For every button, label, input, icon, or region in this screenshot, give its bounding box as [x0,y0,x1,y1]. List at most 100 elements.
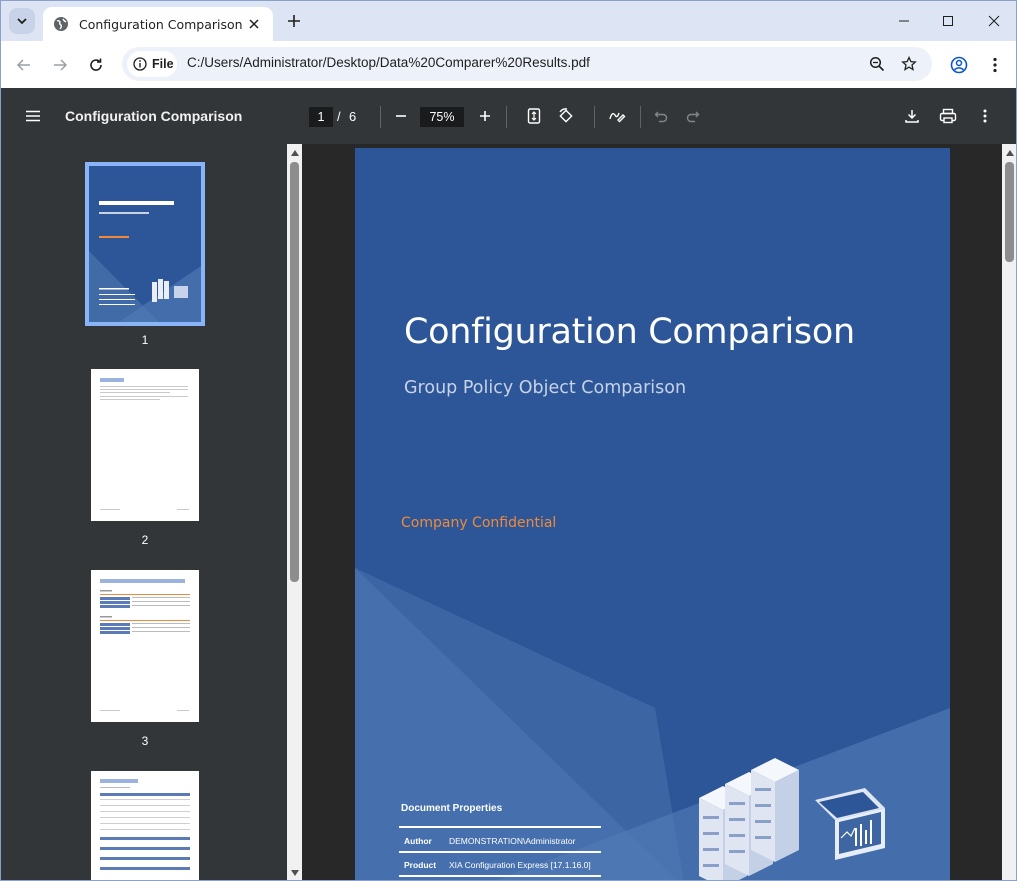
minus-icon [396,115,406,117]
thumbnail-image [91,369,199,521]
forward-button[interactable] [46,51,74,79]
tab-search-button[interactable] [9,8,35,34]
sidebar-scrollbar[interactable] [287,144,302,880]
thumbnail-page-1[interactable] [85,162,205,326]
disclaimer-thumbnail-art [100,378,189,510]
globe-icon [54,17,68,31]
property-value: XIA Configuration Express [17.1.16.0] [449,860,591,870]
url-text[interactable]: C:/Users/Administrator/Desktop/Data%20Co… [187,55,590,70]
thumbnail-number: 3 [141,734,149,748]
page-separator: / [337,109,341,124]
reload-button[interactable] [82,51,110,79]
document-viewport: Configuration Comparison Group Policy Ob… [302,144,1002,880]
site-info-chip[interactable]: File [127,51,177,77]
document-subtitle: Group Policy Object Comparison [404,378,687,398]
undo-button[interactable] [649,104,673,128]
close-icon [988,15,1000,27]
zoom-out-button[interactable] [389,104,413,128]
toolbar-divider [506,106,507,128]
sidebar-scroll-thumb[interactable] [290,162,299,582]
properties-divider [399,851,601,853]
thumbnail-page-3[interactable] [91,570,199,722]
thumbnail-list: 1 2 3 [1,144,287,880]
browser-menu-button[interactable] [981,51,1009,79]
plus-icon [288,15,300,27]
thumbnail-number: 1 [141,333,149,347]
property-value: DEMONSTRATION\Administrator [449,836,576,846]
printer-icon [939,108,957,124]
zoom-out-icon [869,56,885,72]
property-key: Author [404,836,432,846]
address-bar[interactable]: File C:/Users/Administrator/Desktop/Data… [122,47,932,81]
zoom-in-button[interactable] [473,104,497,128]
document-scroll-thumb[interactable] [1005,162,1014,262]
page-total: 6 [349,109,357,124]
account-icon [950,56,968,74]
info-icon [133,57,147,71]
pen-icon [609,112,626,123]
thumbnail-sidebar: 1 2 3 [1,144,302,880]
sidebar-toggle-button[interactable] [21,104,45,128]
close-icon [249,19,259,29]
annotate-button[interactable] [605,104,629,128]
thumbnail-image [91,771,199,880]
arrow-left-icon [16,59,30,71]
print-button[interactable] [936,104,960,128]
maximize-button[interactable] [928,7,968,35]
toolbar-divider [640,106,641,128]
confidential-label: Company Confidential [401,515,557,531]
zoom-button[interactable] [867,54,887,74]
browser-toolbar: File C:/Users/Administrator/Desktop/Data… [1,41,1016,88]
thumbnail-page-4[interactable] [91,771,199,880]
rotate-icon [559,108,573,123]
redo-button[interactable] [681,104,705,128]
property-row-author: Author DEMONSTRATION\Administrator [404,836,575,846]
cover-thumbnail-art [89,201,201,322]
thumbnail-page-2[interactable] [91,369,199,521]
tab-strip: Configuration Comparison [1,1,1016,41]
redo-icon [686,111,700,123]
thumbnail-image [91,570,199,722]
bookmark-button[interactable] [899,54,919,74]
scroll-up-arrow[interactable] [288,146,301,159]
properties-heading: Document Properties [401,803,503,814]
thumbnail-image [89,166,201,322]
undo-icon [654,111,668,123]
property-key: Product [404,860,437,870]
close-window-button[interactable] [974,7,1014,35]
minimize-icon [899,20,909,22]
thumbnail-number: 2 [141,533,149,547]
fit-page-button[interactable] [522,104,546,128]
arrow-right-icon [54,59,68,71]
zoom-input[interactable]: 75% [420,107,464,127]
star-icon [901,56,917,71]
profile-button[interactable] [945,51,973,79]
tab-title: Configuration Comparison [79,16,243,32]
reload-icon [90,58,102,71]
chevron-down-icon [17,18,27,25]
triangle-down-icon [290,869,299,876]
properties-divider [399,875,601,877]
scroll-down-arrow[interactable] [288,866,301,879]
tab-close-button[interactable] [245,15,263,33]
minimize-button[interactable] [884,7,924,35]
document-title: Configuration Comparison [404,312,855,352]
triangle-up-icon [1005,149,1014,156]
toolbar-divider [594,106,595,128]
pdf-more-button[interactable] [973,104,997,128]
download-icon [905,110,919,123]
server-illustration [699,758,885,880]
scroll-up-arrow[interactable] [1003,146,1016,159]
document-scrollbar[interactable] [1002,144,1016,880]
info-thumbnail-art [100,579,190,711]
menu-icon [26,110,40,122]
toolbar-divider [380,106,381,128]
new-tab-button[interactable] [283,10,305,32]
back-button[interactable] [10,51,38,79]
active-tab[interactable]: Configuration Comparison [43,7,273,41]
rotate-button[interactable] [554,104,578,128]
download-button[interactable] [900,104,924,128]
more-vertical-icon [983,109,987,123]
browser-window: Configuration Comparison File C:/Users/A… [0,0,1017,881]
page-number-input[interactable]: 1 [309,107,333,127]
